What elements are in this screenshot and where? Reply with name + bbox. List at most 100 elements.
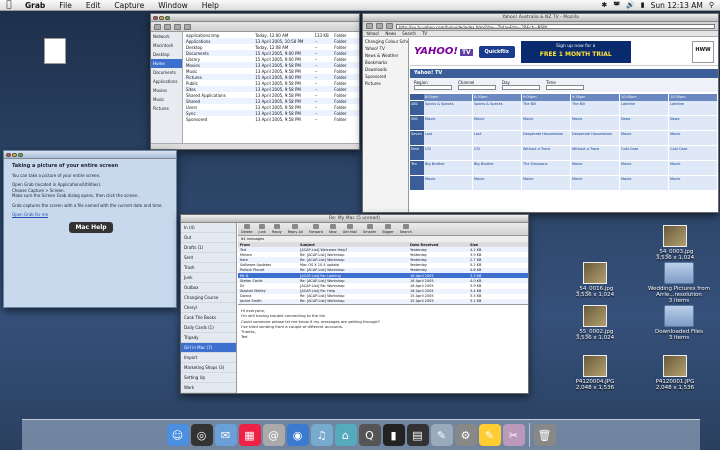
menu-help[interactable]: Help [195, 1, 226, 10]
browser-sidebar-item[interactable]: Bookmarks [363, 59, 408, 66]
program-cell[interactable]: Without a Trace [571, 146, 620, 160]
program-cell[interactable]: Cold Case [620, 146, 669, 160]
toolbar-button[interactable]: New [329, 224, 337, 234]
message-row[interactable]: Jackie Smith Re: [ACAP-List] Workshop 15 A… [238, 298, 528, 305]
file-row[interactable]: Music 13 April 2005, 9:58 PM -- Folder [184, 68, 359, 74]
wifi-icon[interactable]: ◚ [613, 1, 620, 9]
message-row[interactable]: Ted [ACAP-List] Welcome Help? Yesterday 4.1… [238, 247, 528, 253]
close-button[interactable] [6, 152, 11, 157]
dock-item-stickies[interactable]: ✎ [478, 424, 501, 446]
program-cell[interactable]: Movie [669, 131, 718, 145]
program-cell[interactable]: News [620, 116, 669, 130]
region-select[interactable] [414, 85, 452, 90]
column-header[interactable]: Subject [300, 243, 410, 247]
dock-item-activity-monitor[interactable]: ▤ [406, 424, 429, 446]
program-cell[interactable]: Desperate Housewives [522, 131, 571, 145]
browser-sidebar-item[interactable]: Sponsored [363, 73, 408, 80]
program-cell[interactable]: The Bill [571, 101, 620, 115]
volume-icon[interactable]: 🔊 [626, 1, 635, 9]
program-cell[interactable]: Movie [571, 176, 620, 190]
toolbar-button[interactable]: Bigger [382, 224, 394, 234]
mailbox-item[interactable]: Setting Up [181, 373, 236, 383]
program-cell[interactable]: Movie [669, 176, 718, 190]
program-cell[interactable]: Lateline [669, 101, 718, 115]
view-list-button[interactable] [184, 23, 191, 30]
toolbar-button[interactable]: Delete [241, 224, 253, 234]
file-row[interactable]: Movies 13 April 2005, 9:58 PM -- Folder [184, 62, 359, 68]
file-row[interactable]: Sync 13 April 2005, 9:58 PM -- Folder [184, 110, 359, 116]
mailbox-item[interactable]: Outbox [181, 283, 236, 293]
file-row[interactable]: Shared Applications 13 April 2005, 9:58 P… [184, 92, 359, 98]
yahoo-tv-logo[interactable]: YAHOO! TV [414, 46, 473, 57]
program-cell[interactable]: Movie [571, 161, 620, 175]
program-cell[interactable]: Movie [571, 116, 620, 130]
desktop-icon-folder[interactable]: Wedding Pictures from Arrie...resolution… [640, 262, 718, 304]
zoom-button[interactable] [165, 15, 170, 20]
mailbox-item[interactable]: Marketing Shops (3) [181, 363, 236, 373]
toolbar-button[interactable]: Reply All [288, 224, 303, 234]
dock-item-finder[interactable]: ☺ [166, 424, 189, 446]
help-titlebar[interactable] [4, 151, 176, 159]
mailbox-item[interactable]: Trash [181, 263, 236, 273]
program-cell[interactable]: Movie [424, 116, 473, 130]
mailbox-item[interactable]: Drafts (1) [181, 243, 236, 253]
sidebar-item-desktop[interactable]: Desktop [151, 50, 182, 59]
menu-window[interactable]: Window [151, 1, 195, 10]
menu-capture[interactable]: Capture [107, 1, 151, 10]
file-row[interactable]: Users 13 April 2005, 9:58 PM -- Folder [184, 104, 359, 110]
sidebar-item-music[interactable]: Music [151, 95, 182, 104]
channel-name[interactable]: ABC [410, 101, 424, 115]
spotlight-icon[interactable]: ⚲ [709, 1, 714, 9]
dock-item-trash[interactable]: 🗑 [533, 424, 556, 446]
mailbox-item[interactable]: Cheryl [181, 303, 236, 313]
program-cell[interactable]: News [669, 116, 718, 130]
back-button[interactable] [154, 23, 161, 30]
sidebar-item-applications[interactable]: Applications [151, 77, 182, 86]
mailbox-item[interactable]: Writing Etc (1) [181, 393, 236, 394]
channel-name[interactable]: Seven [410, 131, 424, 145]
browser-sidebar-item[interactable]: Pictures [363, 80, 408, 87]
program-cell[interactable]: Movie [473, 116, 522, 130]
message-row[interactable]: Alastair Malley [ACAP-List] Re: Help 16 Ap… [238, 288, 528, 294]
program-cell[interactable]: The Simpsons [522, 161, 571, 175]
program-cell[interactable]: Spicks & Specks [473, 101, 522, 115]
file-row[interactable]: Shared 13 April 2005, 9:58 PM -- Folder [184, 98, 359, 104]
desktop-icon-photo[interactable]: _55_0002.jpg 3,536 x 1,024 [560, 305, 630, 341]
message-row[interactable]: Pollock Planet Re: [ACAP-List] Workshop Ye… [238, 267, 528, 273]
menu-edit[interactable]: Edit [79, 1, 108, 10]
message-row[interactable]: Software Updates Mac OS X 10.4 update Yest… [238, 263, 528, 268]
file-row[interactable]: Public 13 April 2005, 9:58 PM -- Folder [184, 80, 359, 86]
desktop-icon-folder[interactable]: Downloaded Files 3 items [640, 305, 718, 341]
program-cell[interactable]: Lateline [620, 101, 669, 115]
program-cell[interactable]: Movie [669, 161, 718, 175]
channel-name[interactable] [410, 176, 424, 190]
forward-button[interactable] [376, 23, 383, 29]
mailbox-item[interactable]: Cook The Books [181, 313, 236, 323]
sidebar-item-movies[interactable]: Movies [151, 86, 182, 95]
program-cell[interactable]: CSI [473, 146, 522, 160]
file-row[interactable]: Sites 13 April 2005, 9:58 PM -- Folder [184, 86, 359, 92]
menu-app-name[interactable]: Grab [18, 1, 52, 10]
dock-item-address-book[interactable]: @ [262, 424, 285, 446]
browser-titlebar[interactable]: Yahoo! Australia & NZ TV - Mozilla [363, 14, 718, 22]
desktop-icon-photo[interactable]: _54_0003.jpg 3,536 x 1,024 [640, 225, 710, 261]
mailbox-item[interactable]: Changing Course [181, 293, 236, 303]
dock-item-mail[interactable]: ✉ [214, 424, 237, 446]
file-row[interactable]: Pictures 15 April 2005, 9:00 PM -- Folder [184, 74, 359, 80]
program-cell[interactable]: CSI [424, 146, 473, 160]
mailbox-item[interactable]: Out [181, 233, 236, 243]
mailbox-item[interactable]: In (4) [181, 223, 236, 233]
mailbox-item[interactable]: Sent [181, 253, 236, 263]
dock-item-system-preferences[interactable]: ⚙ [454, 424, 477, 446]
desktop-icon-photo[interactable]: P4120004.JPG 2,048 x 1,536 [560, 355, 630, 391]
file-row[interactable]: Documents 15 April 2005, 9:00 PM -- Folder [184, 50, 359, 56]
dock-item-quicktime[interactable]: Q [358, 424, 381, 446]
dock-item-grab[interactable]: ✂ [502, 424, 525, 446]
column-header[interactable]: Date Received [410, 243, 470, 247]
time-select[interactable] [546, 85, 584, 90]
program-cell[interactable]: Movie [620, 161, 669, 175]
dock-item-safari[interactable]: ◉ [286, 424, 309, 446]
program-cell[interactable]: Without a Trace [522, 146, 571, 160]
toolbar-button[interactable]: Search [400, 224, 412, 234]
day-select[interactable] [502, 85, 540, 90]
